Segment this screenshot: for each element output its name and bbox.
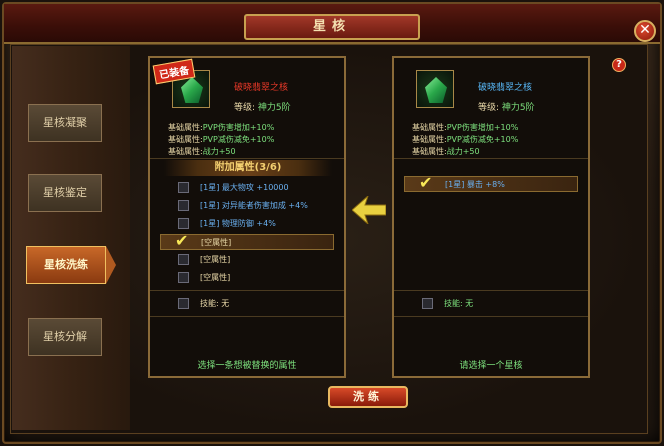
skill-checkbox[interactable]	[178, 298, 189, 309]
gem-name: 破晓翡翠之核	[234, 83, 289, 93]
attr-checkbox[interactable]	[178, 254, 189, 265]
base-attr-row: 基础属性:PVP伤害增加+10%	[168, 122, 274, 133]
additional-attrs-header: 附加属性(3/6)	[164, 160, 332, 176]
attr-checkbox[interactable]	[178, 200, 189, 211]
level-label: 等级:	[478, 103, 500, 113]
question-icon: ?	[616, 59, 622, 70]
gem-level: 等级: 神力5阶	[234, 100, 291, 113]
right-panel-hint: 请选择一个星核	[459, 361, 523, 371]
base-attr-value: PVP伤害增加+10%	[202, 123, 275, 132]
attr-option-row-selected[interactable]: ✔ [1星] 暴击 +8%	[404, 173, 578, 192]
attr-option-text: [1星] 最大物攻 +10000	[200, 183, 289, 192]
gem-slot[interactable]	[416, 70, 454, 108]
divider	[150, 316, 344, 317]
attr-option-text: [1星] 暴击 +8%	[445, 180, 505, 189]
skill-row[interactable]: 技能: 无	[404, 296, 578, 312]
attr-option-row[interactable]: [空属性]	[160, 270, 334, 286]
attr-option-text: [1星] 物理防御 +4%	[200, 219, 276, 228]
base-attr-value: PVP伤害增加+10%	[446, 123, 519, 132]
base-attr-row: 基础属性:战力+50	[412, 146, 480, 157]
attr-option-text: [1星] 对异能者伤害加成 +4%	[200, 201, 308, 210]
base-attr-label: 基础属性:	[412, 135, 447, 144]
attr-option-row[interactable]: [1星] 最大物攻 +10000	[160, 180, 334, 196]
window-title: 星核	[244, 14, 420, 40]
candidate-core-panel: 破晓翡翠之核 等级: 神力5阶 基础属性:PVP伤害增加+10% 基础属性:PV…	[392, 56, 590, 378]
attr-option-row-selected[interactable]: ✔ [空属性]	[160, 231, 334, 250]
level-value: 神力5阶	[257, 103, 291, 113]
base-attr-value: 战力+50	[446, 147, 480, 156]
gem-name: 破晓翡翠之核	[478, 83, 533, 93]
level-label: 等级:	[234, 103, 256, 113]
divider	[394, 290, 588, 291]
skill-text: 技能: 无	[444, 298, 473, 309]
tab-star-core-identify[interactable]: 星核鉴定	[28, 174, 102, 212]
attr-checkbox[interactable]	[178, 182, 189, 193]
base-attr-row: 基础属性:PVP减伤减免+10%	[168, 134, 274, 145]
base-attr-value: PVP减伤减免+10%	[446, 135, 519, 144]
emerald-gem-icon	[425, 77, 447, 103]
base-attr-value: PVP减伤减免+10%	[202, 135, 275, 144]
tab-star-core-refine[interactable]: 星核洗练	[26, 246, 106, 284]
tab-star-core-decompose[interactable]: 星核分解	[28, 318, 102, 356]
emerald-gem-icon	[181, 77, 203, 103]
base-attr-row: 基础属性:PVP减伤减免+10%	[412, 134, 518, 145]
refine-button[interactable]: 洗练	[328, 386, 408, 408]
base-attr-label: 基础属性:	[168, 147, 203, 156]
divider	[150, 290, 344, 291]
close-icon: ✕	[639, 22, 651, 38]
base-attr-label: 基础属性:	[168, 123, 203, 132]
level-value: 神力5阶	[501, 103, 535, 113]
attr-option-text: [空属性]	[200, 273, 231, 282]
attr-option-row[interactable]: [空属性]	[160, 252, 334, 268]
skill-row[interactable]: 技能: 无	[160, 296, 334, 312]
active-tab-pointer	[106, 246, 116, 284]
equipped-core-panel: 已装备 破晓翡翠之核 等级: 神力5阶 基础属性:PVP伤害增加+10% 基础属…	[148, 56, 346, 378]
title-bar: 星核	[4, 4, 660, 44]
skill-text: 技能: 无	[200, 298, 229, 309]
close-button[interactable]: ✕	[634, 20, 656, 42]
skill-value: 无	[465, 299, 474, 308]
skill-label: 技能:	[444, 299, 463, 308]
tab-star-core-condense[interactable]: 星核凝聚	[28, 104, 102, 142]
help-button[interactable]: ?	[612, 58, 626, 72]
base-attr-label: 基础属性:	[168, 135, 203, 144]
skill-value: 无	[221, 299, 230, 308]
skill-label: 技能:	[200, 299, 219, 308]
gem-level: 等级: 神力5阶	[478, 100, 535, 113]
base-attr-value: 战力+50	[202, 147, 236, 156]
checkmark-icon[interactable]: ✔	[175, 231, 188, 250]
attr-option-text: [空属性]	[200, 255, 231, 264]
attr-option-row[interactable]: [1星] 物理防御 +4%	[160, 216, 334, 232]
base-attr-row: 基础属性:PVP伤害增加+10%	[412, 122, 518, 133]
attr-checkbox[interactable]	[178, 272, 189, 283]
checkmark-icon[interactable]: ✔	[419, 173, 432, 192]
divider	[394, 316, 588, 317]
left-panel-hint: 选择一条想被替换的属性	[197, 361, 297, 371]
replace-arrow-icon	[352, 196, 386, 224]
attr-option-text: [空属性]	[201, 238, 232, 247]
attr-option-row[interactable]: [1星] 对异能者伤害加成 +4%	[160, 198, 334, 214]
base-attr-row: 基础属性:战力+50	[168, 146, 236, 157]
divider	[150, 158, 344, 159]
base-attr-label: 基础属性:	[412, 147, 447, 156]
skill-checkbox[interactable]	[422, 298, 433, 309]
attr-checkbox[interactable]	[178, 218, 189, 229]
base-attr-label: 基础属性:	[412, 123, 447, 132]
divider	[394, 158, 588, 159]
